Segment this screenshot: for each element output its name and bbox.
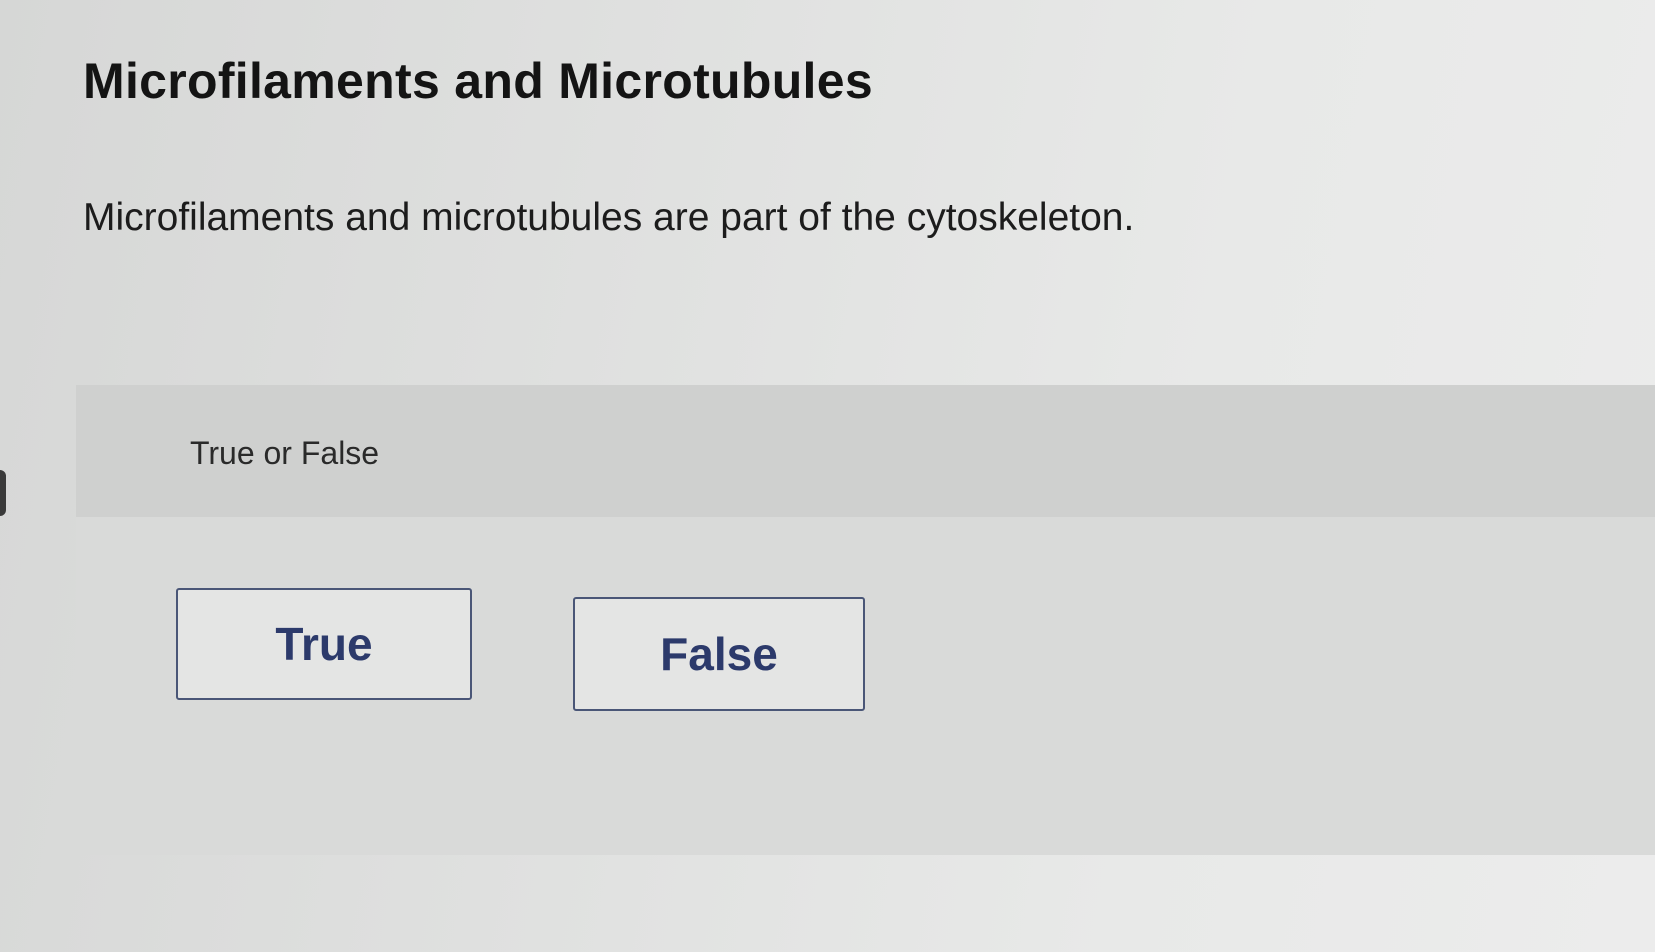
edge-indicator [0,470,6,516]
question-statement: Microfilaments and microtubules are part… [83,196,1135,239]
answer-panel: True or False True False [76,385,1655,855]
true-button[interactable]: True [176,588,472,700]
answer-panel-header: True or False [76,385,1655,517]
page-title: Microfilaments and Microtubules [83,53,873,109]
true-or-false-prompt: True or False [190,435,380,471]
false-button[interactable]: False [573,597,865,711]
question-page: Microfilaments and Microtubules Microfil… [0,0,1655,952]
